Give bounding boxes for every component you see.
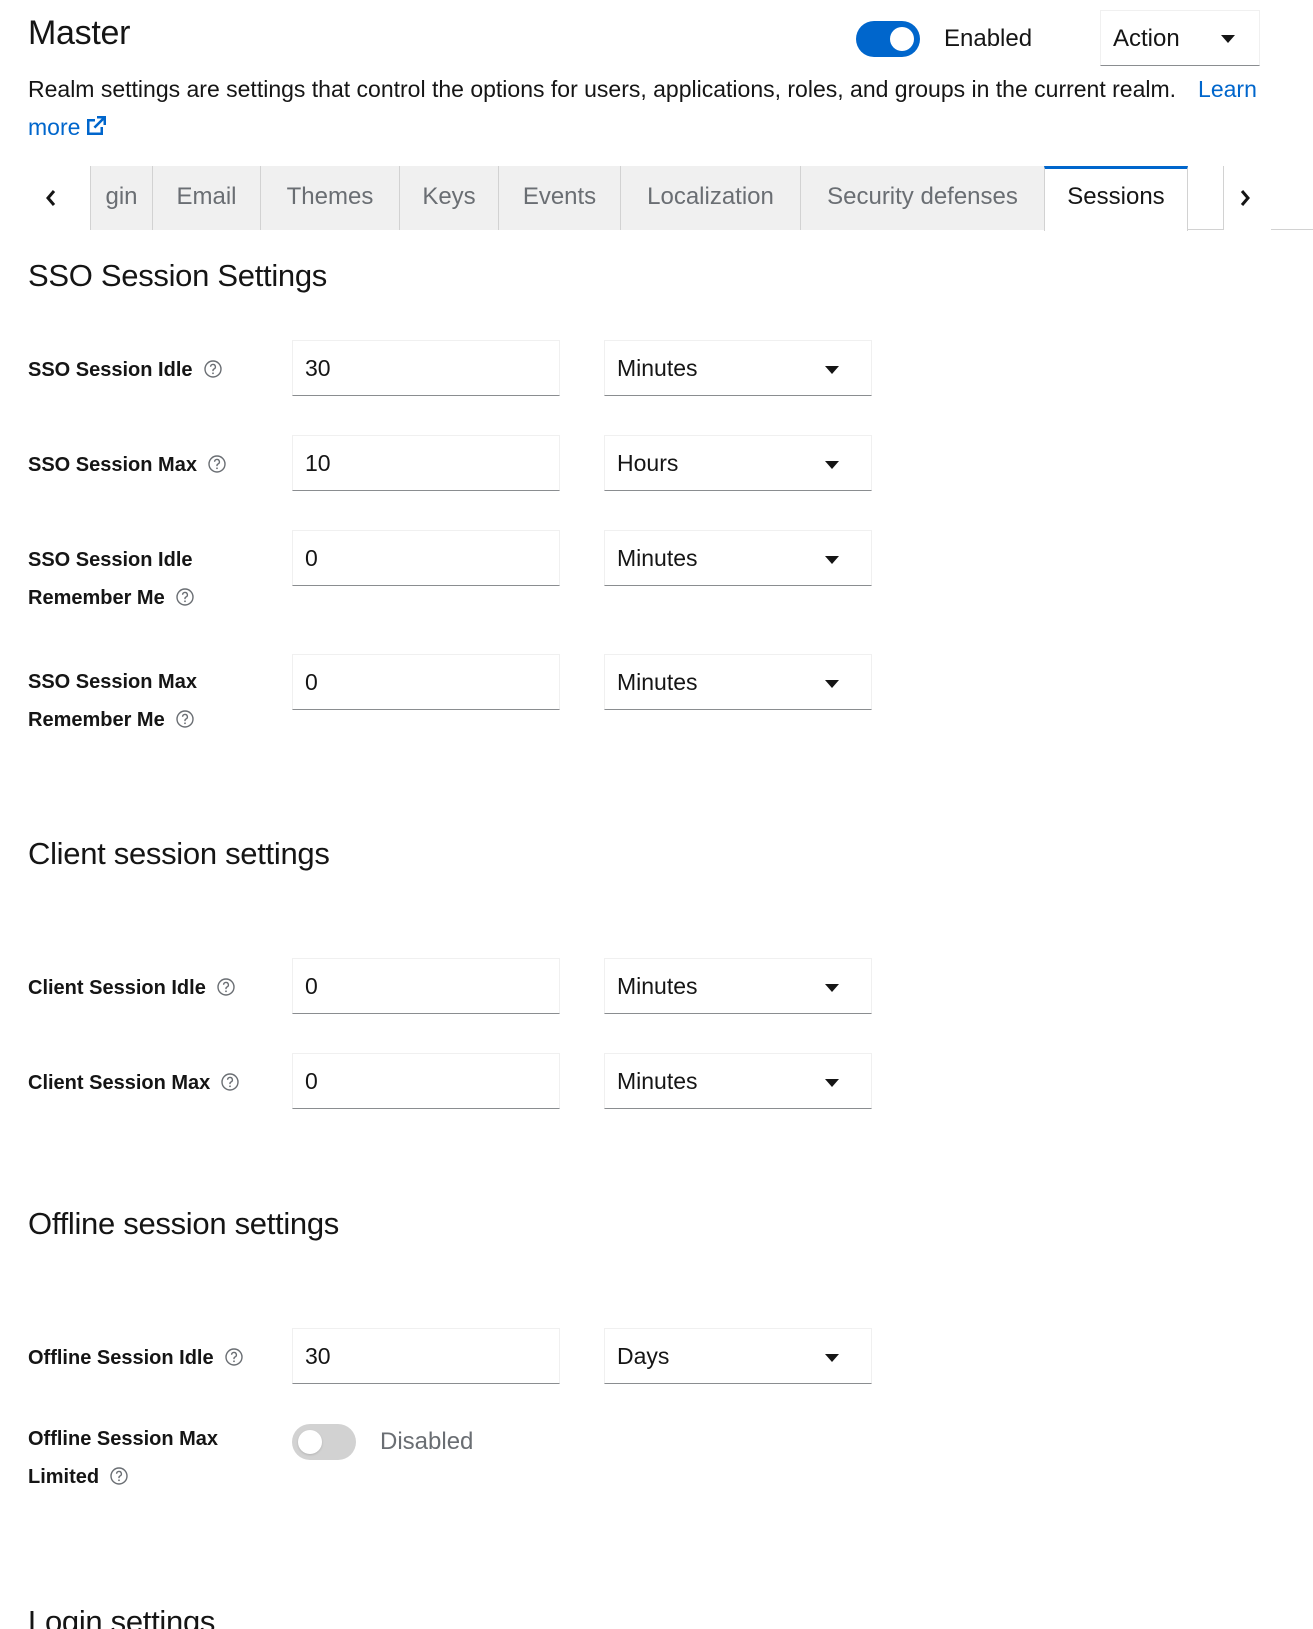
select-value: Hours bbox=[617, 450, 679, 476]
sso-session-max-label: SSO Session Max bbox=[28, 446, 227, 484]
tab-security-defenses-label: Security defenses bbox=[827, 183, 1018, 210]
select-value: Days bbox=[617, 1343, 670, 1369]
tab-events-label: Events bbox=[522, 183, 597, 210]
sso-session-idle-label-text: SSO Session Idle bbox=[28, 359, 193, 381]
sso-session-idle-remember-me-label-line2: Remember Me bbox=[28, 587, 165, 609]
client-session-max-label-text: Client Session Max bbox=[28, 1072, 211, 1094]
tab-email[interactable]: Email bbox=[152, 166, 260, 230]
help-icon[interactable] bbox=[203, 359, 223, 379]
select-value: Minutes bbox=[617, 1068, 698, 1094]
help-icon[interactable] bbox=[109, 1466, 129, 1486]
chevron-left-icon bbox=[46, 190, 56, 206]
client-session-idle-unit-select[interactable]: Minutes bbox=[604, 958, 872, 1014]
toggle-knob bbox=[890, 27, 914, 51]
realm-enabled-label: Enabled bbox=[944, 25, 1033, 52]
select-value: Minutes bbox=[617, 973, 698, 999]
select-value: Minutes bbox=[617, 355, 698, 381]
toggle-knob bbox=[298, 1430, 322, 1454]
caret-down-icon bbox=[1221, 35, 1235, 43]
client-session-max-label: Client Session Max bbox=[28, 1064, 240, 1102]
offline-session-idle-input[interactable]: 30 bbox=[292, 1328, 560, 1384]
client-session-idle-input[interactable]: 0 bbox=[292, 958, 560, 1014]
page-title: Master bbox=[28, 14, 131, 52]
offline-session-max-limited-toggle[interactable] bbox=[292, 1424, 356, 1460]
sso-session-max-remember-me-label: SSO Session Max Remember Me bbox=[28, 663, 197, 739]
select-value: Minutes bbox=[617, 669, 698, 695]
client-session-idle-label-text: Client Session Idle bbox=[28, 977, 206, 999]
client-session-max-input[interactable]: 0 bbox=[292, 1053, 560, 1109]
caret-down-icon bbox=[825, 984, 839, 992]
offline-session-idle-unit-select[interactable]: Days bbox=[604, 1328, 872, 1384]
client-session-idle-label: Client Session Idle bbox=[28, 969, 236, 1007]
sso-session-max-remember-me-label-line1: SSO Session Max bbox=[28, 671, 197, 693]
tabs-scroll-right-button[interactable] bbox=[1223, 166, 1271, 230]
realm-enabled-toggle[interactable] bbox=[856, 21, 920, 57]
help-icon[interactable] bbox=[207, 454, 227, 474]
sso-session-idle-input[interactable]: 30 bbox=[292, 340, 560, 396]
offline-session-idle-label: Offline Session Idle bbox=[28, 1339, 244, 1377]
sso-session-max-remember-me-unit-select[interactable]: Minutes bbox=[604, 654, 872, 710]
help-icon[interactable] bbox=[216, 977, 236, 997]
login-section-title: Login settings bbox=[28, 1604, 216, 1629]
tab-themes-label: Themes bbox=[286, 183, 374, 210]
tab-security-defenses[interactable]: Security defenses bbox=[800, 166, 1044, 230]
offline-session-max-limited-state: Disabled bbox=[380, 1428, 474, 1455]
caret-down-icon bbox=[825, 366, 839, 374]
chevron-right-icon bbox=[1240, 190, 1250, 206]
client-section-title: Client session settings bbox=[28, 836, 330, 871]
sso-session-idle-remember-me-label-line1: SSO Session Idle bbox=[28, 549, 193, 571]
sso-session-idle-remember-me-label: SSO Session Idle Remember Me bbox=[28, 541, 195, 617]
help-icon[interactable] bbox=[175, 587, 195, 607]
external-link-icon bbox=[87, 116, 107, 135]
help-icon[interactable] bbox=[220, 1072, 240, 1092]
sso-section-title: SSO Session Settings bbox=[28, 258, 327, 293]
sso-session-idle-label: SSO Session Idle bbox=[28, 351, 223, 389]
offline-section-title: Offline session settings bbox=[28, 1206, 340, 1241]
sso-session-max-input[interactable]: 10 bbox=[292, 435, 560, 491]
caret-down-icon bbox=[825, 1354, 839, 1362]
tab-login-label: gin bbox=[105, 183, 138, 210]
help-icon[interactable] bbox=[175, 709, 195, 729]
tab-login[interactable]: gin bbox=[90, 166, 152, 230]
select-value: Minutes bbox=[617, 545, 698, 571]
offline-session-max-limited-label-line2: Limited bbox=[28, 1466, 100, 1488]
page-description-text: Realm settings are settings that control… bbox=[28, 76, 1177, 102]
offline-session-max-limited-label: Offline Session Max Limited bbox=[28, 1420, 218, 1496]
action-dropdown-label: Action bbox=[1113, 25, 1180, 52]
tab-keys[interactable]: Keys bbox=[399, 166, 498, 230]
sso-session-idle-unit-select[interactable]: Minutes bbox=[604, 340, 872, 396]
tab-localization[interactable]: Localization bbox=[620, 166, 800, 230]
caret-down-icon bbox=[825, 1079, 839, 1087]
page-description: Realm settings are settings that control… bbox=[28, 70, 1258, 146]
realm-settings-tabs: gin Email Themes Keys Events Localizatio… bbox=[8, 166, 1313, 231]
caret-down-icon bbox=[825, 556, 839, 564]
sso-session-idle-remember-me-unit-select[interactable]: Minutes bbox=[604, 530, 872, 586]
tab-events[interactable]: Events bbox=[498, 166, 620, 230]
tab-sessions-label: Sessions bbox=[1067, 183, 1165, 210]
caret-down-icon bbox=[825, 680, 839, 688]
caret-down-icon bbox=[825, 461, 839, 469]
sso-session-max-remember-me-label-line2: Remember Me bbox=[28, 709, 165, 731]
client-session-max-unit-select[interactable]: Minutes bbox=[604, 1053, 872, 1109]
offline-session-idle-label-text: Offline Session Idle bbox=[28, 1347, 214, 1369]
tab-sessions[interactable]: Sessions bbox=[1044, 166, 1188, 231]
help-icon[interactable] bbox=[224, 1347, 244, 1367]
sso-session-max-label-text: SSO Session Max bbox=[28, 454, 197, 476]
tab-themes[interactable]: Themes bbox=[260, 166, 399, 230]
tab-keys-label: Keys bbox=[422, 183, 476, 210]
sso-session-max-unit-select[interactable]: Hours bbox=[604, 435, 872, 491]
action-dropdown[interactable]: Action bbox=[1100, 10, 1260, 66]
sso-session-max-remember-me-input[interactable]: 0 bbox=[292, 654, 560, 710]
tab-localization-label: Localization bbox=[647, 183, 774, 210]
sso-session-idle-remember-me-input[interactable]: 0 bbox=[292, 530, 560, 586]
tab-email-label: Email bbox=[176, 183, 237, 210]
offline-session-max-limited-label-line1: Offline Session Max bbox=[28, 1428, 219, 1450]
tabs-scroll-left-button[interactable] bbox=[8, 166, 90, 230]
